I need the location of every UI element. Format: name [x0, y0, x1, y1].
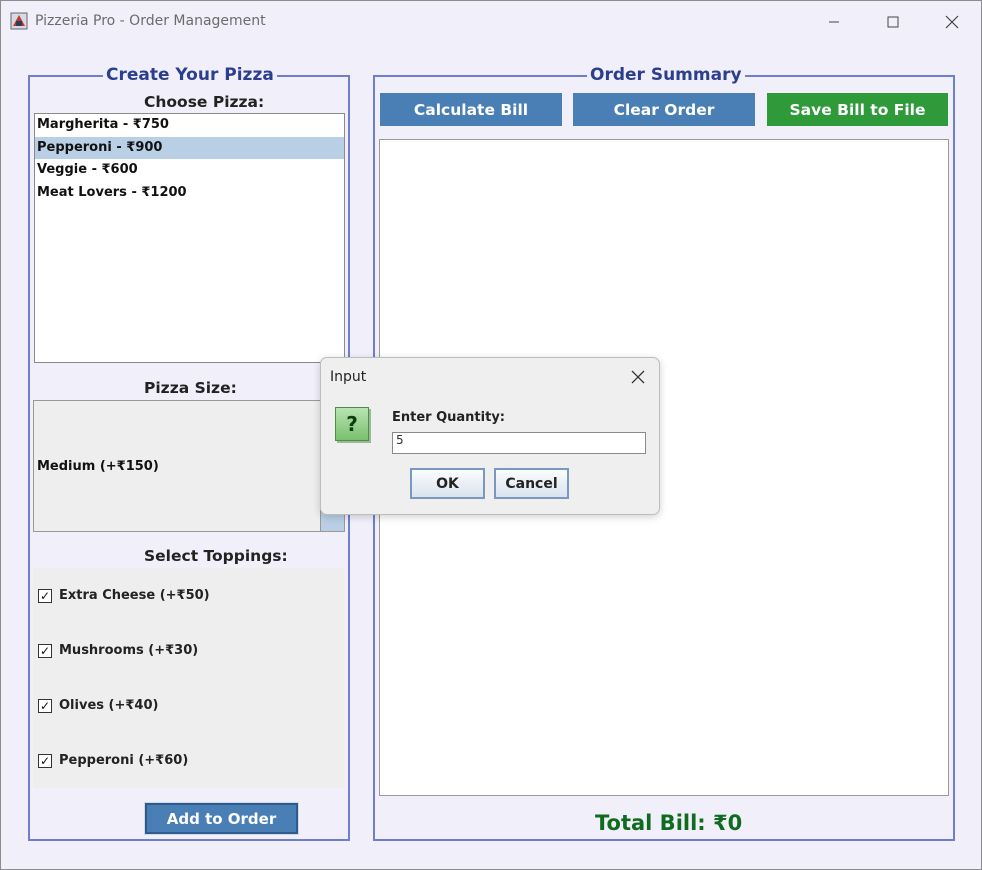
topping-olives[interactable]: ✓ Olives (+₹40) [38, 698, 158, 713]
calculate-bill-button[interactable]: Calculate Bill [380, 93, 562, 126]
checkbox-checked-icon[interactable]: ✓ [38, 588, 52, 603]
topping-mushrooms[interactable]: ✓ Mushrooms (+₹30) [38, 643, 198, 658]
window-title: Pizzeria Pro - Order Management [35, 13, 266, 29]
toppings-area: ✓ Extra Cheese (+₹50) ✓ Mushrooms (+₹30)… [33, 568, 345, 788]
save-bill-button[interactable]: Save Bill to File [767, 93, 948, 126]
dialog-close-button[interactable] [627, 366, 649, 388]
add-to-order-button[interactable]: Add to Order [144, 802, 299, 835]
quantity-input[interactable]: 5 [392, 432, 646, 454]
topping-pepperoni[interactable]: ✓ Pepperoni (+₹60) [38, 753, 188, 768]
create-pizza-panel: Create Your Pizza Choose Pizza: Margheri… [28, 65, 350, 841]
pizza-list[interactable]: Margherita - ₹750 Pepperoni - ₹900 Veggi… [34, 113, 345, 363]
quantity-prompt: Enter Quantity: [392, 410, 505, 425]
app-window: Pizzeria Pro - Order Management Create Y… [0, 0, 982, 870]
checkbox-checked-icon[interactable]: ✓ [38, 698, 52, 713]
pizza-list-item[interactable]: Veggie - ₹600 [35, 159, 344, 182]
minimize-icon [829, 21, 839, 23]
quantity-input-dialog: Input ? Enter Quantity: 5 OK Cancel [320, 357, 660, 515]
clear-order-button[interactable]: Clear Order [573, 93, 755, 126]
pizza-size-selector[interactable]: Medium (+₹150) [33, 400, 321, 532]
maximize-button[interactable] [870, 7, 916, 37]
checkbox-checked-icon[interactable]: ✓ [38, 643, 52, 658]
order-summary-title: Order Summary [587, 65, 745, 85]
close-window-button[interactable] [929, 7, 975, 37]
close-icon [945, 15, 959, 29]
topping-extra-cheese[interactable]: ✓ Extra Cheese (+₹50) [38, 588, 210, 603]
pizza-size-value: Medium (+₹150) [37, 458, 159, 474]
ok-button[interactable]: OK [410, 468, 485, 499]
topping-label: Pepperoni (+₹60) [59, 753, 189, 768]
pizza-list-item-selected[interactable]: Pepperoni - ₹900 [35, 136, 344, 159]
create-pizza-title: Create Your Pizza [103, 65, 277, 85]
minimize-button[interactable] [811, 7, 857, 37]
java-app-icon [10, 12, 28, 30]
title-bar: Pizzeria Pro - Order Management [1, 1, 981, 41]
pizza-list-item[interactable]: Margherita - ₹750 [35, 114, 344, 137]
pizza-size-label: Pizza Size: [144, 379, 237, 397]
choose-pizza-label: Choose Pizza: [144, 93, 265, 111]
total-bill-label: Total Bill: ₹0 [595, 811, 743, 835]
cancel-button[interactable]: Cancel [494, 468, 569, 499]
maximize-icon [887, 16, 899, 28]
close-icon [631, 370, 645, 384]
checkbox-checked-icon[interactable]: ✓ [38, 753, 52, 768]
select-toppings-label: Select Toppings: [144, 547, 288, 565]
topping-label: Olives (+₹40) [59, 698, 159, 713]
dialog-title: Input [330, 369, 367, 385]
topping-label: Extra Cheese (+₹50) [59, 588, 210, 603]
topping-label: Mushrooms (+₹30) [59, 643, 199, 658]
pizza-list-item[interactable]: Meat Lovers - ₹1200 [35, 182, 344, 205]
question-icon: ? [335, 407, 369, 441]
